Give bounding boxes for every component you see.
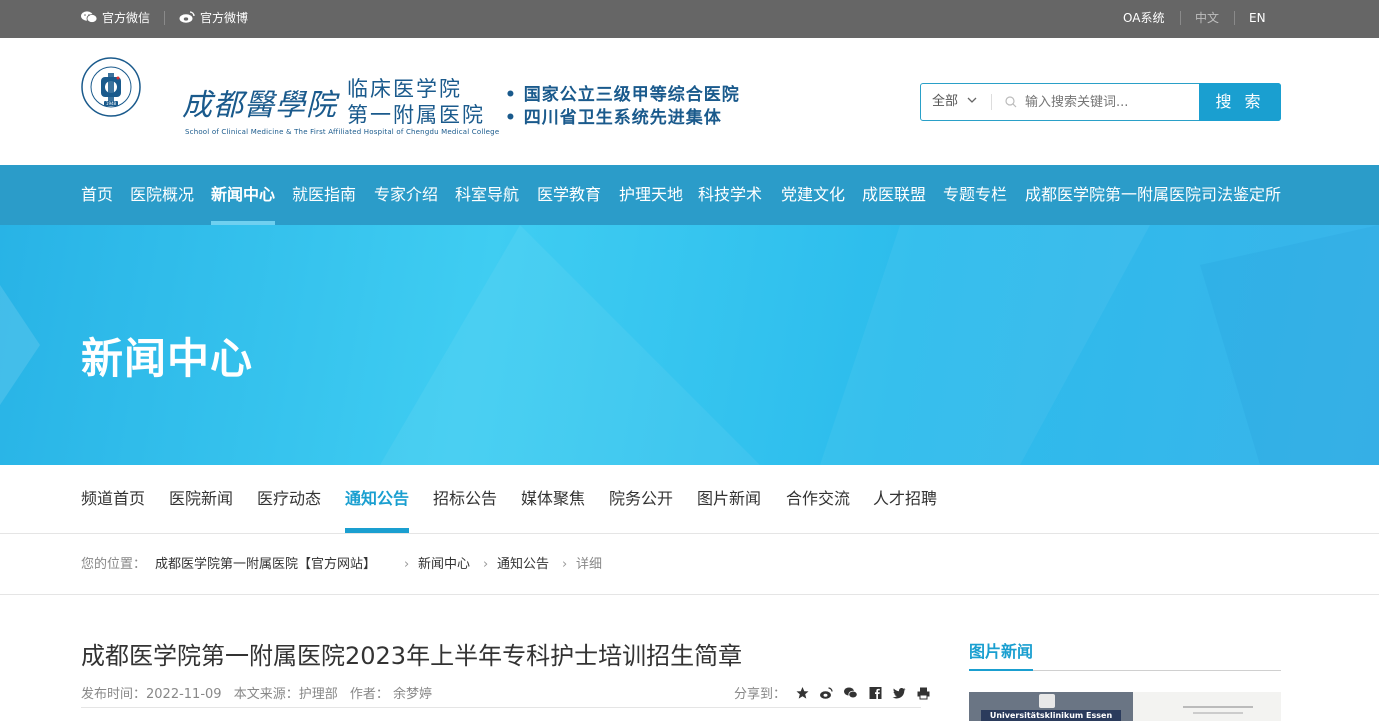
tab-bidding[interactable]: 招标公告 bbox=[433, 465, 497, 533]
logo-name-line1: 临床医学院 bbox=[347, 77, 462, 101]
nav-item-news[interactable]: 新闻中心 bbox=[211, 165, 275, 225]
lang-zh-link[interactable]: 中文 bbox=[1195, 0, 1219, 38]
article-source: 本文来源：护理部 bbox=[233, 687, 338, 702]
banner-title: 新闻中心 bbox=[81, 334, 254, 383]
logo-name-line2: 第一附属医院 bbox=[347, 103, 485, 127]
logo-name: 临床医学院 第一附属医院 bbox=[347, 76, 485, 128]
divider bbox=[1180, 11, 1181, 25]
tab-hospital-news[interactable]: 医院新闻 bbox=[169, 465, 233, 533]
logo-english-name: School of Clinical Medicine & The First … bbox=[185, 128, 500, 136]
article-title: 成都医学院第一附属医院2023年上半年专科护士培训招生简章 bbox=[81, 642, 743, 670]
nav-item-forensic[interactable]: 成都医学院第一附属医院司法鉴定所 bbox=[1025, 165, 1281, 225]
tab-media[interactable]: 媒体聚焦 bbox=[521, 465, 585, 533]
nav-item-overview[interactable]: 医院概况 bbox=[130, 165, 194, 225]
chevron-down-icon bbox=[967, 97, 977, 103]
divider bbox=[81, 707, 921, 708]
breadcrumb-current: 详细 bbox=[576, 557, 603, 572]
search-box: 全部 搜 索 bbox=[920, 83, 1281, 121]
divider bbox=[991, 94, 992, 110]
share-bar: 分享到： bbox=[734, 683, 931, 702]
logo-tagline: • 国家公立三级甲等综合医院 • 四川省卫生系统先进集体 bbox=[505, 84, 740, 130]
nav-item-research[interactable]: 科技学术 bbox=[698, 165, 762, 225]
hospital-emblem-icon[interactable]: 1948 bbox=[81, 57, 141, 117]
nav-item-nursing[interactable]: 护理天地 bbox=[619, 165, 683, 225]
main-nav: 首页 医院概况 新闻中心 就医指南 专家介绍 科室导航 医学教育 护理天地 科技… bbox=[0, 165, 1379, 225]
wechat-link[interactable]: 官方微信 bbox=[81, 0, 150, 38]
nav-item-topics[interactable]: 专题专栏 bbox=[943, 165, 1007, 225]
tab-photo-news[interactable]: 图片新闻 bbox=[697, 465, 761, 533]
lang-en-link[interactable]: EN bbox=[1249, 0, 1266, 38]
tab-channel-home[interactable]: 频道首页 bbox=[81, 465, 145, 533]
weibo-share-icon[interactable] bbox=[819, 686, 834, 700]
photo-news-thumbnail[interactable]: Universitätsklinikum Essen bbox=[969, 692, 1133, 721]
chevron-right-icon: › bbox=[404, 557, 410, 572]
tagline-1: • 国家公立三级甲等综合医院 bbox=[505, 85, 740, 105]
article-meta: 发布时间：2022-11-09 本文来源：护理部 作者： 余梦婷 bbox=[81, 683, 440, 702]
logo-calligraphy: 成都醫學院 bbox=[182, 88, 337, 123]
breadcrumb-notices[interactable]: 通知公告 bbox=[497, 534, 549, 595]
search-icon bbox=[1005, 96, 1017, 108]
share-label: 分享到： bbox=[734, 687, 787, 702]
wechat-icon bbox=[81, 11, 97, 23]
search-input[interactable] bbox=[1025, 84, 1195, 120]
top-bar: 官方微信 官方微博 OA系统 中文 EN bbox=[0, 0, 1379, 38]
tab-recruitment[interactable]: 人才招聘 bbox=[873, 465, 937, 533]
nav-item-departments[interactable]: 科室导航 bbox=[455, 165, 519, 225]
sidebar-title: 图片新闻 bbox=[969, 642, 1034, 661]
article-date: 发布时间：2022-11-09 bbox=[81, 687, 222, 702]
breadcrumb-news[interactable]: 新闻中心 bbox=[418, 534, 470, 595]
print-icon[interactable] bbox=[916, 686, 931, 700]
building-logo bbox=[1039, 694, 1055, 708]
thumbnail-sign: Universitätsklinikum Essen bbox=[981, 710, 1121, 721]
tab-affairs[interactable]: 院务公开 bbox=[609, 465, 673, 533]
search-scope-value: 全部 bbox=[932, 94, 959, 109]
chevron-right-icon: › bbox=[483, 557, 489, 572]
qzone-star-icon[interactable] bbox=[795, 686, 810, 700]
tab-cooperation[interactable]: 合作交流 bbox=[786, 465, 850, 533]
breadcrumb-label: 您的位置： bbox=[81, 557, 147, 572]
chevron-right-icon: › bbox=[562, 557, 568, 572]
page-banner: 新闻中心 bbox=[0, 225, 1379, 465]
tab-notices[interactable]: 通知公告 bbox=[345, 465, 409, 533]
weibo-label: 官方微博 bbox=[200, 11, 249, 25]
search-scope-select[interactable]: 全部 bbox=[932, 84, 977, 120]
nav-item-home[interactable]: 首页 bbox=[81, 165, 113, 225]
breadcrumb-home[interactable]: 成都医学院第一附属医院【官方网站】 bbox=[155, 534, 376, 595]
divider bbox=[1234, 11, 1235, 25]
emblem-year: 1948 bbox=[106, 101, 117, 106]
facebook-icon[interactable] bbox=[868, 686, 883, 700]
search-button[interactable]: 搜 索 bbox=[1199, 83, 1281, 121]
tab-medical-news[interactable]: 医疗动态 bbox=[257, 465, 321, 533]
sub-nav: 频道首页 医院新闻 医疗动态 通知公告 招标公告 媒体聚焦 院务公开 图片新闻 … bbox=[0, 465, 1379, 534]
tagline-2: • 四川省卫生系统先进集体 bbox=[505, 108, 722, 128]
divider bbox=[164, 11, 165, 25]
weibo-link[interactable]: 官方微博 bbox=[179, 0, 248, 38]
photo-news-thumbnail[interactable] bbox=[1133, 692, 1281, 721]
nav-item-alliance[interactable]: 成医联盟 bbox=[862, 165, 926, 225]
wechat-share-icon[interactable] bbox=[843, 686, 859, 700]
oa-link[interactable]: OA系统 bbox=[1123, 0, 1164, 38]
nav-item-party[interactable]: 党建文化 bbox=[781, 165, 845, 225]
breadcrumb: 您的位置： 成都医学院第一附属医院【官方网站】 › 新闻中心 › 通知公告 › … bbox=[0, 534, 1379, 595]
thumbnail-line bbox=[1183, 706, 1253, 708]
sidebar-title-accent bbox=[969, 669, 1033, 671]
weibo-icon bbox=[179, 11, 195, 23]
nav-item-education[interactable]: 医学教育 bbox=[537, 165, 601, 225]
nav-item-guide[interactable]: 就医指南 bbox=[292, 165, 356, 225]
twitter-icon[interactable] bbox=[892, 686, 907, 700]
subnav-active-indicator bbox=[345, 528, 409, 533]
thumbnail-line bbox=[1193, 712, 1243, 714]
article-author: 作者： 余梦婷 bbox=[349, 687, 432, 702]
nav-item-experts[interactable]: 专家介绍 bbox=[374, 165, 438, 225]
wechat-label: 官方微信 bbox=[102, 11, 151, 25]
